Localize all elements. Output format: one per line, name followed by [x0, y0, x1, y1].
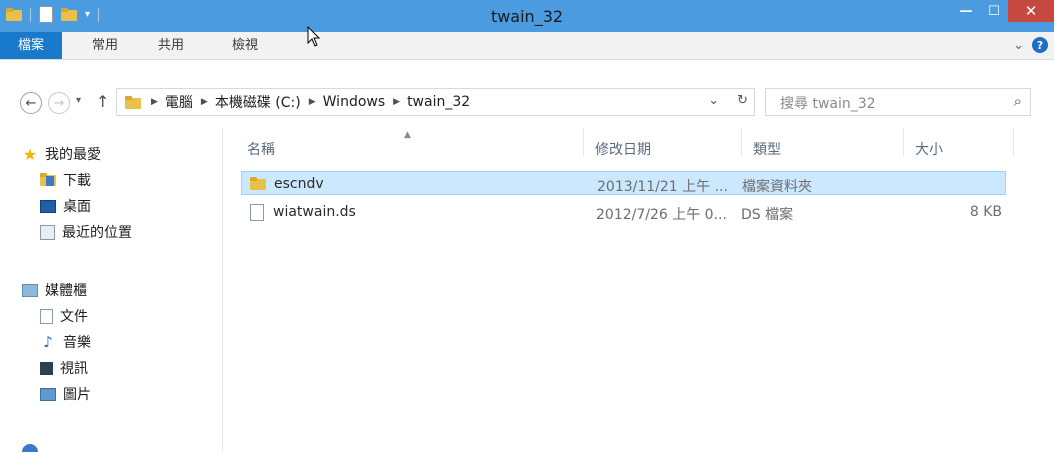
- file-name: escndv: [274, 176, 324, 192]
- sidebar-item-label: 媒體櫃: [45, 283, 87, 299]
- breadcrumb-windows[interactable]: Windows: [323, 94, 386, 110]
- breadcrumb-twain32[interactable]: twain_32: [407, 94, 470, 110]
- up-button[interactable]: ↑: [96, 92, 109, 111]
- file-date-modified: 2013/11/21 上午 ...: [597, 179, 728, 195]
- sidebar-item-label: 我的最愛: [45, 147, 101, 163]
- ribbon-tabs: 檔案 常用 共用 檢視 ⌄ ?: [0, 32, 1054, 60]
- search-placeholder: 搜尋 twain_32: [780, 96, 876, 112]
- file-type: DS 檔案: [741, 207, 794, 223]
- file-list: ▲ 名稱 修改日期 類型 大小 escndv 2013/11/21 上午 ...…: [223, 128, 1054, 452]
- column-divider[interactable]: [903, 128, 904, 156]
- sidebar-item-label: 下載: [63, 173, 91, 189]
- maximize-button[interactable]: ☐: [980, 0, 1008, 22]
- sidebar-item-desktop[interactable]: 桌面: [40, 196, 91, 216]
- forward-button[interactable]: →: [48, 92, 70, 114]
- sidebar-item-label: 最近的位置: [62, 225, 132, 241]
- expand-ribbon-icon[interactable]: ⌄: [1013, 38, 1024, 53]
- documents-icon: [40, 308, 53, 324]
- sidebar-item-documents[interactable]: 文件: [40, 306, 88, 326]
- file-size: 8 KB: [969, 204, 1002, 220]
- sidebar-item-downloads[interactable]: 下載: [40, 170, 91, 190]
- file-icon: [250, 204, 264, 221]
- star-icon: ★: [22, 144, 38, 164]
- breadcrumb-separator[interactable]: ▶: [309, 97, 316, 107]
- back-button[interactable]: ←: [20, 92, 42, 114]
- column-divider[interactable]: [583, 128, 584, 156]
- column-header-type[interactable]: 類型: [753, 139, 781, 159]
- column-header-size[interactable]: 大小: [915, 139, 943, 159]
- sidebar-item-label: 桌面: [63, 199, 91, 215]
- tab-file[interactable]: 檔案: [0, 32, 62, 59]
- file-date-modified: 2012/7/26 上午 0...: [596, 207, 727, 223]
- breadcrumb-separator[interactable]: ▶: [201, 97, 208, 107]
- recent-places-icon: [40, 224, 55, 240]
- sidebar-item-pictures[interactable]: 圖片: [40, 384, 91, 404]
- navigation-pane: ★ 我的最愛 下載 桌面 最近的位置 媒體櫃 文件 ♪ 音樂 視訊 圖片: [0, 128, 223, 452]
- address-bar[interactable]: ▶ 電腦 ▶ 本機磁碟 (C:) ▶ Windows ▶ twain_32 ⌄ …: [116, 88, 755, 116]
- tab-home[interactable]: 常用: [92, 36, 118, 56]
- column-header-date-modified[interactable]: 修改日期: [595, 139, 651, 159]
- music-icon: ♪: [43, 333, 53, 351]
- file-name: wiatwain.ds: [273, 204, 356, 220]
- title-bar[interactable]: ▾ twain_32 — ☐ ✕: [0, 0, 1054, 32]
- sidebar-item-libraries[interactable]: 媒體櫃: [22, 280, 87, 300]
- breadcrumb-computer[interactable]: 電腦: [165, 92, 193, 112]
- folder-icon: [250, 177, 266, 190]
- breadcrumb-separator[interactable]: ▶: [151, 97, 158, 107]
- pictures-icon: [40, 387, 56, 401]
- mouse-cursor-icon: [307, 26, 321, 47]
- recent-locations-button[interactable]: ▾: [76, 95, 81, 106]
- tab-view[interactable]: 檢視: [232, 36, 258, 56]
- breadcrumb-local-disk[interactable]: 本機磁碟 (C:): [215, 92, 301, 112]
- sidebar-item-label: 視訊: [60, 361, 88, 377]
- minimize-button[interactable]: —: [952, 0, 980, 22]
- desktop-icon: [40, 199, 56, 213]
- breadcrumb-separator[interactable]: ▶: [393, 97, 400, 107]
- close-button[interactable]: ✕: [1008, 0, 1054, 22]
- videos-icon: [40, 361, 53, 375]
- sidebar-item-label: 圖片: [63, 387, 91, 403]
- file-type: 檔案資料夾: [742, 179, 812, 195]
- table-row[interactable]: escndv 2013/11/21 上午 ... 檔案資料夾: [241, 171, 1006, 195]
- refresh-icon[interactable]: ↻: [737, 93, 748, 108]
- column-divider[interactable]: [1013, 128, 1014, 156]
- libraries-icon: [22, 283, 38, 297]
- sort-ascending-icon: ▲: [404, 130, 411, 140]
- downloads-icon: [40, 173, 56, 187]
- sidebar-item-music[interactable]: ♪ 音樂: [40, 332, 91, 352]
- sidebar-item-label: 音樂: [63, 335, 91, 351]
- sidebar-item-label: 文件: [60, 309, 88, 325]
- tab-share[interactable]: 共用: [158, 36, 184, 56]
- sidebar-item-favorites[interactable]: ★ 我的最愛: [22, 144, 101, 164]
- homegroup-icon: [22, 444, 38, 452]
- help-icon[interactable]: ?: [1032, 37, 1048, 53]
- column-divider[interactable]: [741, 128, 742, 156]
- search-icon[interactable]: ⌕: [1014, 92, 1022, 110]
- search-input[interactable]: 搜尋 twain_32 ⌕: [765, 88, 1031, 116]
- sidebar-item-videos[interactable]: 視訊: [40, 358, 88, 378]
- address-history-icon[interactable]: ⌄: [708, 93, 719, 108]
- folder-icon: [125, 95, 141, 109]
- sidebar-item-recent-places[interactable]: 最近的位置: [40, 222, 132, 242]
- column-header-name[interactable]: 名稱: [247, 139, 275, 159]
- window-title: twain_32: [490, 7, 564, 26]
- table-row[interactable]: wiatwain.ds 2012/7/26 上午 0... DS 檔案 8 KB: [241, 200, 1006, 224]
